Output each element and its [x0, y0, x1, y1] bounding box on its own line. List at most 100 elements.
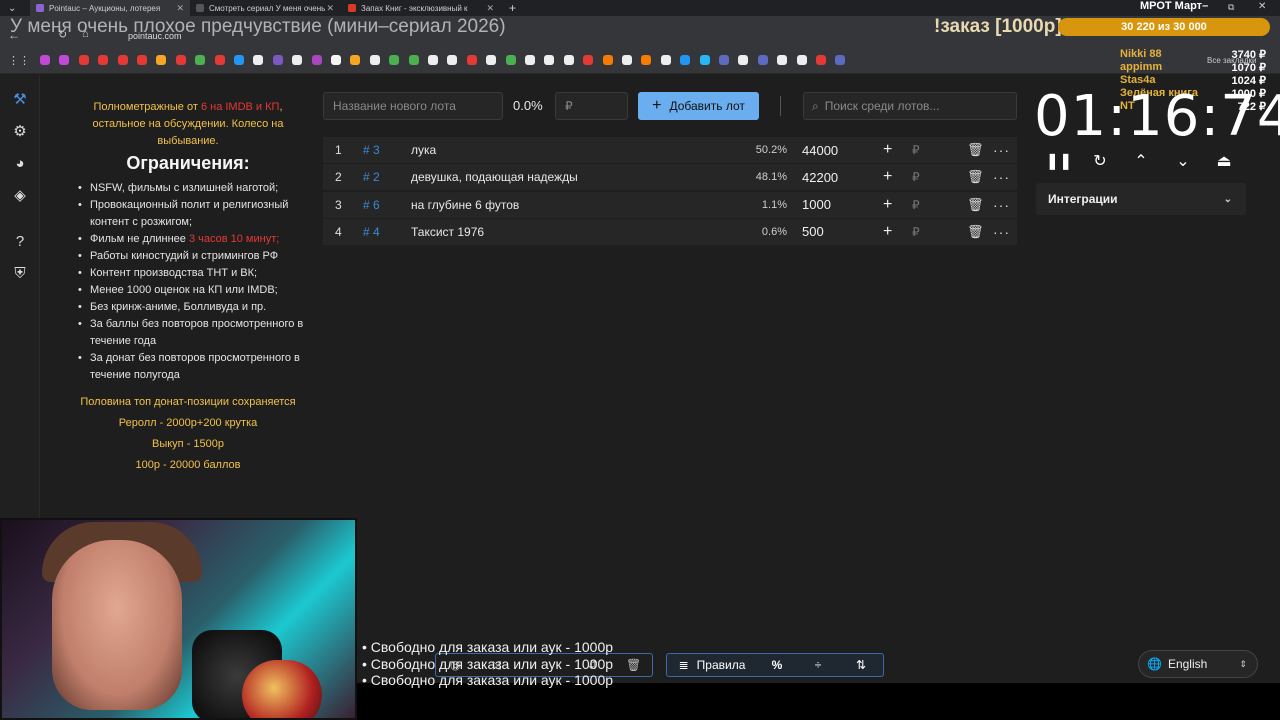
bookmark-favicon-icon[interactable] — [602, 55, 613, 65]
table-row[interactable]: 3 # 6 на глубине 6 футов 1.1% 1000 + ₽ 🗑… — [323, 191, 1017, 218]
bookmark-favicon-icon[interactable] — [98, 55, 109, 65]
bookmark-favicon-icon[interactable] — [175, 55, 186, 65]
bookmark-favicon-icon[interactable] — [583, 55, 594, 65]
bookmark-favicon-icon[interactable] — [137, 55, 147, 65]
lot-amount[interactable]: 500 — [802, 224, 824, 239]
window-close-icon[interactable]: ✕ — [1258, 1, 1266, 12]
bookmark-favicon-icon[interactable] — [660, 55, 671, 65]
bookmark-favicon-icon[interactable] — [680, 55, 691, 65]
chevron-up-icon[interactable]: ⌃ — [1130, 150, 1152, 172]
wheel-pie-icon[interactable]: ◕ — [10, 153, 30, 173]
reset-icon[interactable]: ↻ — [1089, 150, 1111, 172]
lot-name[interactable]: девушка, подающая надежды — [411, 170, 578, 184]
lot-amount[interactable]: 44000 — [802, 143, 838, 158]
more-icon[interactable]: ··· — [993, 197, 1010, 213]
bookmark-favicon-icon[interactable] — [292, 55, 303, 65]
rub-input-icon[interactable]: ₽ — [912, 143, 920, 157]
divide-toggle-button[interactable]: ÷ — [797, 654, 839, 676]
layers-icon[interactable]: ◈ — [10, 185, 30, 205]
bookmark-favicon-icon[interactable] — [699, 55, 710, 65]
trash-icon[interactable]: 🗑 — [967, 169, 984, 185]
bookmark-favicon-icon[interactable] — [389, 55, 400, 65]
add-amount-icon[interactable]: + — [883, 168, 892, 186]
bookmark-favicon-icon[interactable] — [253, 55, 264, 65]
table-row[interactable]: 1 # 3 лука 50.2% 44000 + ₽ 🗑 ··· — [323, 137, 1017, 163]
tab-list-icon[interactable]: ⌄ — [2, 0, 22, 16]
trash-icon[interactable]: 🗑 — [967, 197, 984, 213]
bookmark-favicon-icon[interactable] — [719, 55, 729, 65]
bookmark-favicon-icon[interactable] — [369, 55, 380, 65]
close-tab-icon[interactable]: ✕ — [326, 3, 334, 14]
add-lot-button[interactable]: + Добавить лот — [638, 92, 759, 120]
bookmark-favicon-icon[interactable] — [486, 55, 497, 65]
bookmark-favicon-icon[interactable] — [641, 55, 652, 65]
pause-icon[interactable]: ❚❚ — [1046, 150, 1073, 172]
bookmark-favicon-icon[interactable] — [796, 55, 807, 65]
new-tab-button[interactable]: + — [503, 0, 523, 16]
add-amount-icon[interactable]: + — [883, 141, 892, 159]
bookmark-favicon-icon[interactable] — [777, 55, 788, 65]
help-icon[interactable]: ? — [10, 231, 30, 251]
bookmark-favicon-icon[interactable] — [350, 55, 361, 65]
new-lot-amount-input[interactable]: ₽ — [555, 92, 628, 120]
bookmark-favicon-icon[interactable] — [757, 55, 768, 65]
bookmark-favicon-icon[interactable] — [331, 55, 341, 65]
new-lot-name-input[interactable]: Название нового лота — [323, 92, 503, 120]
settings-gear-icon[interactable]: ⚙ — [10, 121, 30, 141]
rub-input-icon[interactable]: ₽ — [912, 170, 920, 184]
chevron-down-icon[interactable]: ⌄ — [1172, 150, 1194, 172]
add-amount-icon[interactable]: + — [883, 196, 892, 214]
rub-input-icon[interactable]: ₽ — [912, 225, 920, 239]
trash-icon[interactable]: 🗑 — [967, 142, 984, 158]
bookmark-favicon-icon[interactable] — [117, 55, 128, 65]
trash-icon[interactable]: 🗑 — [967, 224, 984, 240]
bookmark-favicon-icon[interactable] — [408, 55, 419, 65]
lot-amount[interactable]: 42200 — [802, 170, 838, 185]
window-restore-icon[interactable]: ⧉ — [1228, 2, 1234, 13]
bookmark-favicon-icon[interactable] — [738, 55, 749, 65]
bookmark-favicon-icon[interactable] — [234, 55, 244, 65]
bookmark-favicon-icon[interactable] — [447, 55, 458, 65]
bookmark-favicon-icon[interactable] — [466, 55, 477, 65]
bookmark-favicon-icon[interactable] — [428, 55, 438, 65]
lot-name[interactable]: Таксист 1976 — [411, 225, 484, 239]
tab-pointauc[interactable]: Pointauc – Аукционы, лотерея ✕ — [30, 0, 190, 16]
apps-grid-icon[interactable]: ⋮⋮ — [8, 54, 30, 67]
lot-name[interactable]: лука — [411, 143, 436, 157]
close-tab-icon[interactable]: ✕ — [486, 3, 494, 14]
auction-hammer-icon[interactable]: ⚒ — [10, 89, 30, 109]
bookmark-favicon-icon[interactable] — [563, 55, 574, 65]
lot-name[interactable]: на глубине 6 футов — [411, 198, 519, 212]
table-row[interactable]: 2 # 2 девушка, подающая надежды 48.1% 42… — [323, 164, 1017, 191]
bookmark-favicon-icon[interactable] — [525, 55, 535, 65]
more-icon[interactable]: ··· — [993, 169, 1010, 185]
bookmark-favicon-icon[interactable] — [156, 55, 167, 65]
percent-toggle-button[interactable]: % — [757, 654, 797, 676]
shield-icon[interactable]: ⛨ — [10, 263, 30, 283]
tab-books[interactable]: Запах Книг - эксклюзивный к ✕ — [342, 0, 500, 16]
bookmark-favicon-icon[interactable] — [272, 55, 283, 65]
more-icon[interactable]: ··· — [993, 142, 1010, 158]
bookmark-favicon-icon[interactable] — [311, 55, 322, 65]
eject-icon[interactable]: ⏏ — [1213, 150, 1235, 172]
rules-button[interactable]: ≣ Правила — [667, 654, 757, 676]
close-tab-icon[interactable]: ✕ — [176, 3, 184, 14]
bookmark-favicon-icon[interactable] — [59, 55, 70, 65]
rub-input-icon[interactable]: ₽ — [912, 198, 920, 212]
bookmark-favicon-icon[interactable] — [622, 55, 632, 65]
bookmark-favicon-icon[interactable] — [544, 55, 555, 65]
bookmark-favicon-icon[interactable] — [195, 55, 206, 65]
table-row[interactable]: 4 # 4 Таксист 1976 0.6% 500 + ₽ 🗑 ··· — [323, 218, 1017, 245]
bookmark-favicon-icon[interactable] — [835, 55, 846, 65]
lot-amount[interactable]: 1000 — [802, 197, 831, 212]
more-icon[interactable]: ··· — [993, 224, 1010, 240]
bookmark-favicon-icon[interactable] — [40, 55, 50, 65]
add-amount-icon[interactable]: + — [883, 223, 892, 241]
tab-serial[interactable]: Смотреть сериал У меня очень ✕ — [190, 0, 340, 16]
bookmark-favicon-icon[interactable] — [816, 55, 826, 65]
language-select[interactable]: 🌐 English ⇕ — [1138, 650, 1258, 678]
bookmark-favicon-icon[interactable] — [505, 55, 516, 65]
bookmark-favicon-icon[interactable] — [214, 55, 225, 65]
sort-toggle-button[interactable]: ⇅ — [839, 654, 883, 676]
bookmark-favicon-icon[interactable] — [78, 55, 89, 65]
